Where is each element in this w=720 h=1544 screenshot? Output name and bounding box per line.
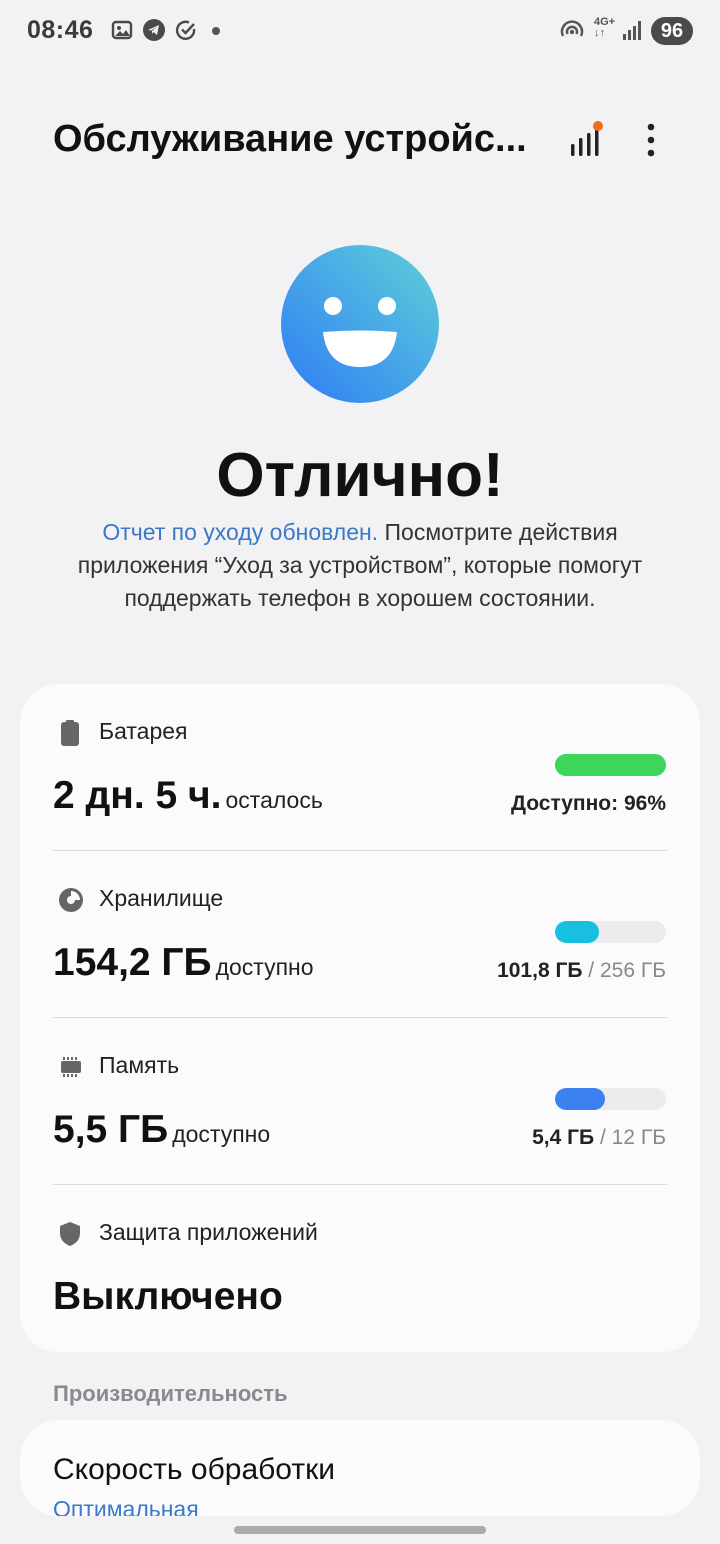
storage-bar (555, 921, 666, 943)
diagnostics-icon[interactable] (568, 120, 608, 165)
signal-icon (622, 18, 644, 47)
battery-icon (58, 720, 82, 746)
protection-status: Выключено (53, 1275, 283, 1318)
gallery-icon (110, 18, 134, 47)
memory-chip-icon (58, 1054, 82, 1080)
network-type: 4G+ ↓↑ (594, 16, 616, 39)
pie-chart-icon (58, 887, 83, 913)
memory-label: Память (99, 1052, 180, 1078)
status-time: 08:46 (27, 16, 94, 44)
memory-usage: 5,4 ГБ / 12 ГБ (532, 1126, 666, 1149)
dot-icon (212, 27, 220, 35)
hotspot-icon (559, 18, 585, 49)
processing-speed-value: Оптимальная (53, 1496, 199, 1516)
description: Отчет по уходу обновлен. Посмотрите дейс… (70, 516, 650, 615)
battery-label: Батарея (99, 718, 188, 744)
app-protection-row[interactable]: Защита приложений Выключено (20, 1185, 700, 1351)
battery-value: 2 дн. 5 ч. осталось (53, 774, 323, 817)
memory-value: 5,5 ГБ доступно (53, 1108, 271, 1151)
battery-bar (555, 754, 666, 776)
telegram-icon (142, 18, 166, 47)
battery-row[interactable]: Батарея 2 дн. 5 ч. осталось Доступно: 96% (20, 684, 700, 850)
protection-label: Защита приложений (99, 1219, 318, 1245)
check-circle-icon (174, 18, 198, 47)
performance-section-label: Производительность (53, 1381, 288, 1406)
storage-bar-fill (555, 921, 600, 943)
shield-icon (58, 1221, 82, 1247)
storage-row[interactable]: Хранилище 154,2 ГБ доступно 101,8 ГБ / 25… (20, 851, 700, 1017)
processing-speed-title: Скорость обработки (53, 1453, 335, 1486)
status-heading: Отлично! (216, 441, 504, 510)
storage-value: 154,2 ГБ доступно (53, 941, 314, 984)
page-title: Обслуживание устройс... (53, 118, 527, 160)
processing-speed-card[interactable]: Скорость обработки Оптимальная (20, 1420, 700, 1516)
memory-row[interactable]: Память 5,5 ГБ доступно 5,4 ГБ / 12 ГБ (20, 1018, 700, 1184)
more-icon[interactable] (642, 122, 660, 163)
device-status-card: Батарея 2 дн. 5 ч. осталось Доступно: 96%… (20, 684, 700, 1352)
battery-bar-fill (555, 754, 662, 776)
smiley-face-icon (281, 245, 439, 403)
report-link[interactable]: Отчет по уходу обновлен. (102, 519, 378, 545)
memory-bar (555, 1088, 666, 1110)
status-bar: 08:46 4G+ ↓↑ 96 (0, 0, 720, 62)
battery-indicator: 96 (651, 17, 693, 45)
memory-bar-fill (555, 1088, 605, 1110)
storage-usage: 101,8 ГБ / 256 ГБ (497, 959, 666, 982)
battery-available: Доступно: 96% (511, 792, 666, 815)
storage-label: Хранилище (99, 885, 224, 911)
home-indicator[interactable] (234, 1526, 486, 1534)
